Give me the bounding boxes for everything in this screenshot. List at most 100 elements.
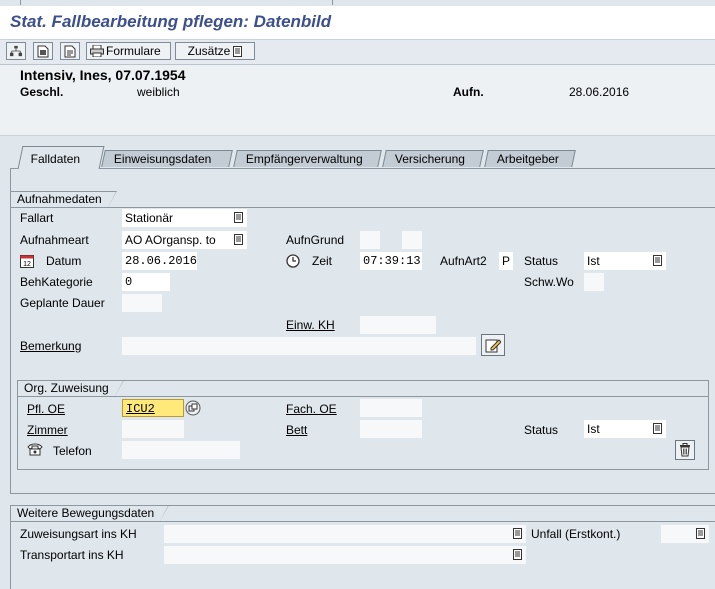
document-print-icon [64,45,76,57]
bemerkung-link[interactable]: Bemerkung [20,337,81,355]
patient-header: Intensiv, Ines, 07.07.1954 Geschl. weibl… [0,65,715,136]
aufngrund-label: AufnGrund [286,233,345,247]
formulare-button[interactable]: Formulare [86,42,171,60]
dropdown-list-icon[interactable] [653,255,662,266]
pfl-oe-field[interactable]: ICU2 [122,399,184,417]
status-value: Ist [587,254,600,268]
tab-empfaengerverwaltung[interactable]: Empfängerverwaltung [233,150,382,167]
svg-text:12: 12 [23,261,31,268]
admission-value: 28.06.2016 [569,85,630,99]
zuweisungsart-field[interactable] [164,525,526,543]
schwwo-label: Schw.Wo [524,275,574,289]
status-field[interactable]: Ist [584,252,666,270]
telephone-icon[interactable] [27,443,43,456]
status-label: Status [524,254,559,268]
zeit-label: Zeit [312,254,333,268]
aufnart2-label: AufnArt2 [440,254,487,268]
org-status-value: Ist [587,422,600,436]
top-strip-tab [0,0,21,5]
title-bar: Stat. Fallbearbeitung pflegen: Datenbild [0,6,715,40]
org-status-field[interactable]: Ist [584,420,666,438]
zuweisungsart-label: Zuweisungsart ins KH [20,527,137,541]
fallart-field[interactable]: Stationär [122,209,247,227]
aufngrund-field-2[interactable] [402,231,422,249]
zusaetze-label: Zusätze [187,44,231,58]
org-status-label: Status [524,423,559,437]
trash-icon [680,443,690,457]
page-title: Stat. Fallbearbeitung pflegen: Datenbild [10,12,332,31]
telefon-field[interactable] [122,441,240,459]
geplante-dauer-label: Geplante Dauer [20,296,105,310]
hierarchy-button[interactable] [6,42,26,60]
tab-label: Empfängerverwaltung [245,152,363,166]
pfl-oe-link[interactable]: Pfl. OE [27,400,65,418]
tab-label: Versicherung [394,152,465,166]
gender-value: weiblich [137,85,180,99]
bett-field[interactable] [360,420,422,438]
fallart-label: Fallart [20,211,54,225]
list-icon [233,45,243,57]
clock-icon[interactable] [286,254,300,268]
printer-icon [90,45,104,57]
aufngrund-field-1[interactable] [360,231,380,249]
dropdown-list-icon[interactable] [234,234,243,245]
behkategorie-field[interactable]: 0 [122,273,170,291]
gender-label: Geschl. [20,85,64,99]
dropdown-list-icon[interactable] [513,549,522,560]
aufnahmeart-label: Aufnahmeart [20,233,89,247]
tab-versicherung[interactable]: Versicherung [382,150,484,167]
tab-arbeitgeber[interactable]: Arbeitgeber [484,150,576,167]
fallart-value: Stationär [125,211,174,225]
tab-label: Arbeitgeber [496,152,559,166]
telefon-label: Telefon [53,444,92,458]
delete-button[interactable] [675,440,695,460]
dropdown-list-icon[interactable] [234,212,243,223]
dropdown-list-icon[interactable] [696,528,705,539]
aufnahmeart-value: AO AOrgansp. to [125,233,216,247]
tab-falldaten[interactable]: Falldaten [17,146,105,169]
hierarchy-icon [10,45,22,57]
tab-label: Einweisungsdaten [113,152,212,166]
transportart-label: Transportart ins KH [20,548,124,562]
aufnart2-field[interactable]: P [499,252,513,270]
group-divider [17,396,709,397]
schwwo-field[interactable] [584,273,604,291]
document-icon [37,45,49,57]
zusaetze-button[interactable]: Zusätze [175,42,255,60]
transportart-field[interactable] [164,546,526,564]
dropdown-list-icon[interactable] [513,528,522,539]
weitere-group-title: Weitere Bewegungsdaten [10,505,170,522]
group-divider [10,207,715,208]
aufnahmedaten-group-title: Aufnahmedaten [10,191,117,208]
application-toolbar: Formulare Zusätze [0,40,715,65]
top-strip-tab [22,0,333,5]
zimmer-field[interactable] [122,420,184,438]
tab-strip: Falldaten Einweisungsdaten Empfängerverw… [0,146,715,169]
calendar-icon[interactable]: 12 [20,254,34,268]
tab-label: Falldaten [30,152,81,166]
org-zuweisung-group-title: Org. Zuweisung [17,380,124,397]
geplante-dauer-field[interactable] [122,294,162,312]
document-print-button[interactable] [60,42,80,60]
unfall-label: Unfall (Erstkont.) [531,527,621,541]
datum-field[interactable]: 28.06.2016 [122,252,197,270]
behkategorie-label: BehKategorie [20,275,93,289]
einw-kh-link[interactable]: Einw. KH [286,316,335,334]
zeit-field[interactable]: 07:39:13 [360,252,422,270]
edit-pencil-icon [485,339,501,353]
einw-kh-field[interactable] [360,316,436,334]
bemerkung-field[interactable] [122,337,476,355]
fach-oe-field[interactable] [360,399,422,417]
bett-link[interactable]: Bett [286,421,307,439]
fach-oe-link[interactable]: Fach. OE [286,400,337,418]
admission-label: Aufn. [453,85,484,99]
tab-einweisungsdaten[interactable]: Einweisungsdaten [101,150,233,167]
edit-bemerkung-button[interactable] [481,334,505,356]
unfall-field[interactable] [661,525,709,543]
patient-name: Intensiv, Ines, 07.07.1954 [20,67,186,83]
zimmer-link[interactable]: Zimmer [27,421,68,439]
aufnahmeart-field[interactable]: AO AOrgansp. to [122,231,247,249]
object-link-icon[interactable] [185,400,201,416]
document-button[interactable] [33,42,53,60]
dropdown-list-icon[interactable] [653,423,662,434]
